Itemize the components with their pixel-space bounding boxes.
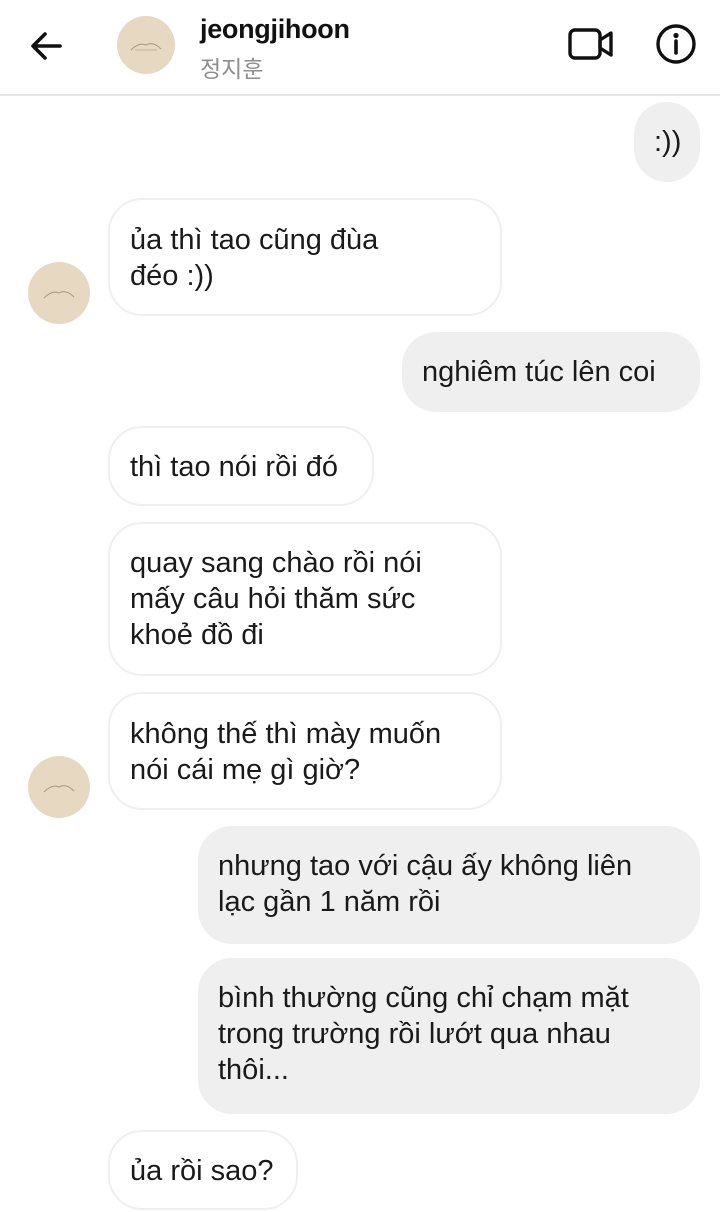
back-button[interactable] — [26, 26, 66, 66]
message-text: nhưng tao với cậu ấy không liên lạc gần … — [218, 850, 633, 918]
message-text: không thế thì mày muốn nói cái mẹ gì giờ… — [130, 718, 442, 786]
avatar-sketch-icon — [43, 785, 75, 793]
message-text: ủa thì tao cũng đùa đéo :)) — [130, 224, 379, 292]
contact-display-name: 정지훈 — [200, 57, 264, 83]
message-text: nghiêm túc lên coi — [422, 356, 656, 388]
message-bubble-outgoing[interactable]: nghiêm túc lên coi — [402, 332, 700, 412]
avatar-sketch-icon — [43, 291, 75, 299]
avatar-sketch-icon — [130, 43, 162, 51]
message-text: quay sang chào rồi nói mấy câu hỏi thăm … — [130, 547, 422, 651]
message-text: bình thường cũng chỉ chạm mặt trong trườ… — [218, 982, 629, 1086]
message-bubble-outgoing[interactable]: :)) — [634, 102, 700, 182]
message-text: ủa rồi sao? — [130, 1155, 274, 1187]
message-bubble-incoming[interactable]: không thế thì mày muốn nói cái mẹ gì giờ… — [108, 692, 502, 810]
arrow-left-icon — [31, 32, 62, 60]
info-icon — [656, 24, 696, 64]
message-text: :)) — [654, 126, 682, 158]
message-bubble-incoming[interactable]: ủa thì tao cũng đùa đéo :)) — [108, 198, 502, 316]
contact-avatar[interactable] — [117, 16, 175, 74]
video-call-button[interactable] — [566, 24, 616, 64]
message-text: thì tao nói rồi đó — [130, 451, 338, 483]
message-bubble-incoming[interactable]: quay sang chào rồi nói mấy câu hỏi thăm … — [108, 522, 502, 676]
info-button[interactable] — [654, 22, 698, 66]
contact-username[interactable]: jeongjihoon — [200, 14, 350, 45]
message-bubble-outgoing[interactable]: nhưng tao với cậu ấy không liên lạc gần … — [198, 826, 700, 944]
sender-avatar[interactable] — [28, 262, 90, 324]
message-bubble-incoming[interactable]: ủa rồi sao? — [108, 1130, 298, 1210]
message-bubble-outgoing[interactable]: bình thường cũng chỉ chạm mặt trong trườ… — [198, 958, 700, 1114]
message-bubble-incoming[interactable]: thì tao nói rồi đó — [108, 426, 374, 506]
chat-header: jeongjihoon 정지훈 — [0, 0, 720, 96]
video-call-icon — [568, 28, 613, 60]
sender-avatar[interactable] — [28, 756, 90, 818]
